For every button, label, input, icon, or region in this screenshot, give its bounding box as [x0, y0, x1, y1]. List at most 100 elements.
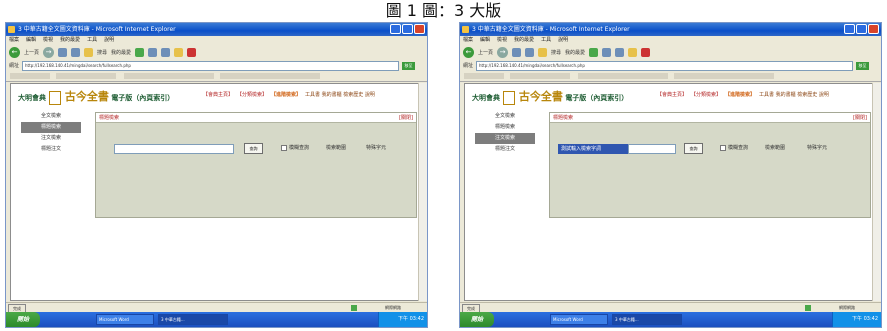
search-input-rest[interactable] — [628, 144, 676, 154]
scope-link[interactable]: 檢索範圍 — [326, 144, 346, 152]
menu-help[interactable]: 說明 — [104, 36, 114, 45]
refresh-icon[interactable] — [525, 48, 535, 57]
menu-help[interactable]: 說明 — [558, 36, 568, 45]
special-chars-link[interactable]: 特殊字元 — [366, 144, 386, 152]
menu-file[interactable]: 檔案 — [463, 36, 473, 45]
special-chars-link[interactable]: 特殊字元 — [807, 144, 827, 152]
links-item[interactable] — [10, 73, 50, 79]
search-button[interactable]: 查詢 — [684, 143, 703, 154]
links-item[interactable] — [578, 73, 668, 79]
nav-tools[interactable]: 工具書 我的書櫃 檢索歷史 說明 — [305, 91, 375, 98]
search-button[interactable]: 查詢 — [244, 143, 263, 154]
links-bar — [460, 71, 881, 82]
screenshot-left: 3 中華古籍全文圖文資料庫 - Microsoft Internet Explo… — [5, 22, 428, 328]
links-item[interactable] — [510, 73, 570, 79]
print-icon[interactable] — [615, 48, 625, 57]
menu-edit[interactable]: 編輯 — [26, 36, 36, 45]
close-icon[interactable] — [414, 24, 425, 34]
nav-home[interactable]: 【會典主頁】 — [657, 91, 687, 98]
mail-icon[interactable] — [148, 48, 158, 57]
sidebar-item-title-notes[interactable]: 標題注文 — [21, 144, 81, 155]
menu-tools[interactable]: 工具 — [87, 36, 97, 45]
nav-category-search[interactable]: 【分類檢索】 — [237, 91, 267, 98]
nav-tools[interactable]: 工具書 我的書櫃 檢索歷史 說明 — [759, 91, 829, 98]
go-button[interactable]: 移至 — [402, 61, 415, 70]
minimize-icon[interactable] — [844, 24, 855, 34]
favorites-label[interactable]: 我的最愛 — [565, 49, 585, 56]
nav-home[interactable]: 【會典主頁】 — [203, 91, 233, 98]
sidebar-item-fulltext[interactable]: 全文檢索 — [475, 111, 535, 122]
history-icon[interactable] — [589, 48, 599, 57]
links-item[interactable] — [674, 73, 774, 79]
sidebar-item-title[interactable]: 標題檢索 — [475, 122, 535, 133]
address-input[interactable]: http://192.168.140.41/mingdai/search/ful… — [22, 60, 399, 71]
folder-icon[interactable] — [174, 48, 184, 57]
panel-title: 標題檢索 — [99, 115, 120, 121]
vertical-scrollbar[interactable] — [418, 83, 427, 301]
search-label[interactable]: 搜尋 — [551, 49, 561, 56]
print-icon[interactable] — [161, 48, 171, 57]
start-button[interactable]: 開始 — [460, 312, 494, 327]
fuzzy-checkbox[interactable] — [281, 145, 287, 151]
search-input[interactable]: 測試輸入檢索字詞 — [558, 144, 628, 154]
back-label[interactable]: 上一頁 — [478, 49, 493, 56]
stop-icon[interactable] — [58, 48, 68, 57]
menu-favorites[interactable]: 我的最愛 — [514, 36, 534, 45]
back-label[interactable]: 上一頁 — [24, 49, 39, 56]
sidebar-item-title-notes[interactable]: 標題注文 — [475, 144, 535, 155]
nav-category-search[interactable]: 【分類檢索】 — [691, 91, 721, 98]
site-logo[interactable]: 大明會典 古今全書 電子版（內頁索引） — [472, 88, 628, 105]
maximize-icon[interactable] — [402, 24, 413, 34]
sidebar-item-notes[interactable]: 注文檢索 — [475, 133, 535, 144]
minimize-icon[interactable] — [390, 24, 401, 34]
refresh-icon[interactable] — [71, 48, 81, 57]
forward-icon[interactable]: → — [497, 47, 509, 58]
clock: 下午 03:42 — [398, 316, 424, 322]
taskbar-item-active[interactable]: 3 中華古籍... — [612, 314, 682, 325]
home-icon[interactable] — [84, 48, 94, 57]
links-item[interactable] — [220, 73, 320, 79]
fuzzy-checkbox[interactable] — [720, 145, 726, 151]
sidebar-item-fulltext[interactable]: 全文檢索 — [21, 111, 81, 122]
sidebar-item-notes[interactable]: 注文檢索 — [21, 133, 81, 144]
history-icon[interactable] — [135, 48, 145, 57]
search-label[interactable]: 搜尋 — [97, 49, 107, 56]
start-button[interactable]: 開始 — [6, 312, 40, 327]
links-item[interactable] — [464, 73, 504, 79]
taskbar-item-active[interactable]: 3 中華古籍... — [158, 314, 228, 325]
menu-file[interactable]: 檔案 — [9, 36, 19, 45]
site-logo[interactable]: 大明會典 古今全書 電子版（內頁索引） — [18, 88, 174, 105]
sidebar-item-title[interactable]: 標題檢索 — [21, 122, 81, 133]
menu-edit[interactable]: 編輯 — [480, 36, 490, 45]
folder-icon[interactable] — [628, 48, 638, 57]
menu-tools[interactable]: 工具 — [541, 36, 551, 45]
nav-advanced-search[interactable]: 【進階檢索】 — [271, 91, 301, 98]
vertical-scrollbar[interactable] — [872, 83, 881, 301]
mail-icon[interactable] — [602, 48, 612, 57]
menu-view[interactable]: 檢視 — [497, 36, 507, 45]
links-item[interactable] — [124, 73, 214, 79]
menu-view[interactable]: 檢視 — [43, 36, 53, 45]
search-input[interactable] — [114, 144, 234, 154]
go-button[interactable]: 移至 — [856, 61, 869, 70]
panel-close-link[interactable]: [關閉] — [853, 114, 867, 121]
menu-favorites[interactable]: 我的最愛 — [60, 36, 80, 45]
forward-icon[interactable]: → — [43, 47, 55, 58]
messenger-icon[interactable] — [187, 48, 197, 57]
favorites-label[interactable]: 我的最愛 — [111, 49, 131, 56]
stop-icon[interactable] — [512, 48, 522, 57]
messenger-icon[interactable] — [641, 48, 651, 57]
links-item[interactable] — [56, 73, 116, 79]
taskbar-item[interactable]: Microsoft Word — [96, 314, 154, 325]
zone-text: 網際網路 — [839, 305, 855, 310]
back-icon[interactable]: ← — [9, 47, 20, 58]
taskbar-item[interactable]: Microsoft Word — [550, 314, 608, 325]
address-input[interactable]: http://192.168.140.41/mingdai/search/ful… — [476, 60, 853, 71]
home-icon[interactable] — [538, 48, 548, 57]
scope-link[interactable]: 檢索範圍 — [765, 144, 785, 152]
nav-advanced-search[interactable]: 【進階檢索】 — [725, 91, 755, 98]
panel-close-link[interactable]: [關閉] — [399, 114, 413, 121]
back-icon[interactable]: ← — [463, 47, 474, 58]
close-icon[interactable] — [868, 24, 879, 34]
maximize-icon[interactable] — [856, 24, 867, 34]
